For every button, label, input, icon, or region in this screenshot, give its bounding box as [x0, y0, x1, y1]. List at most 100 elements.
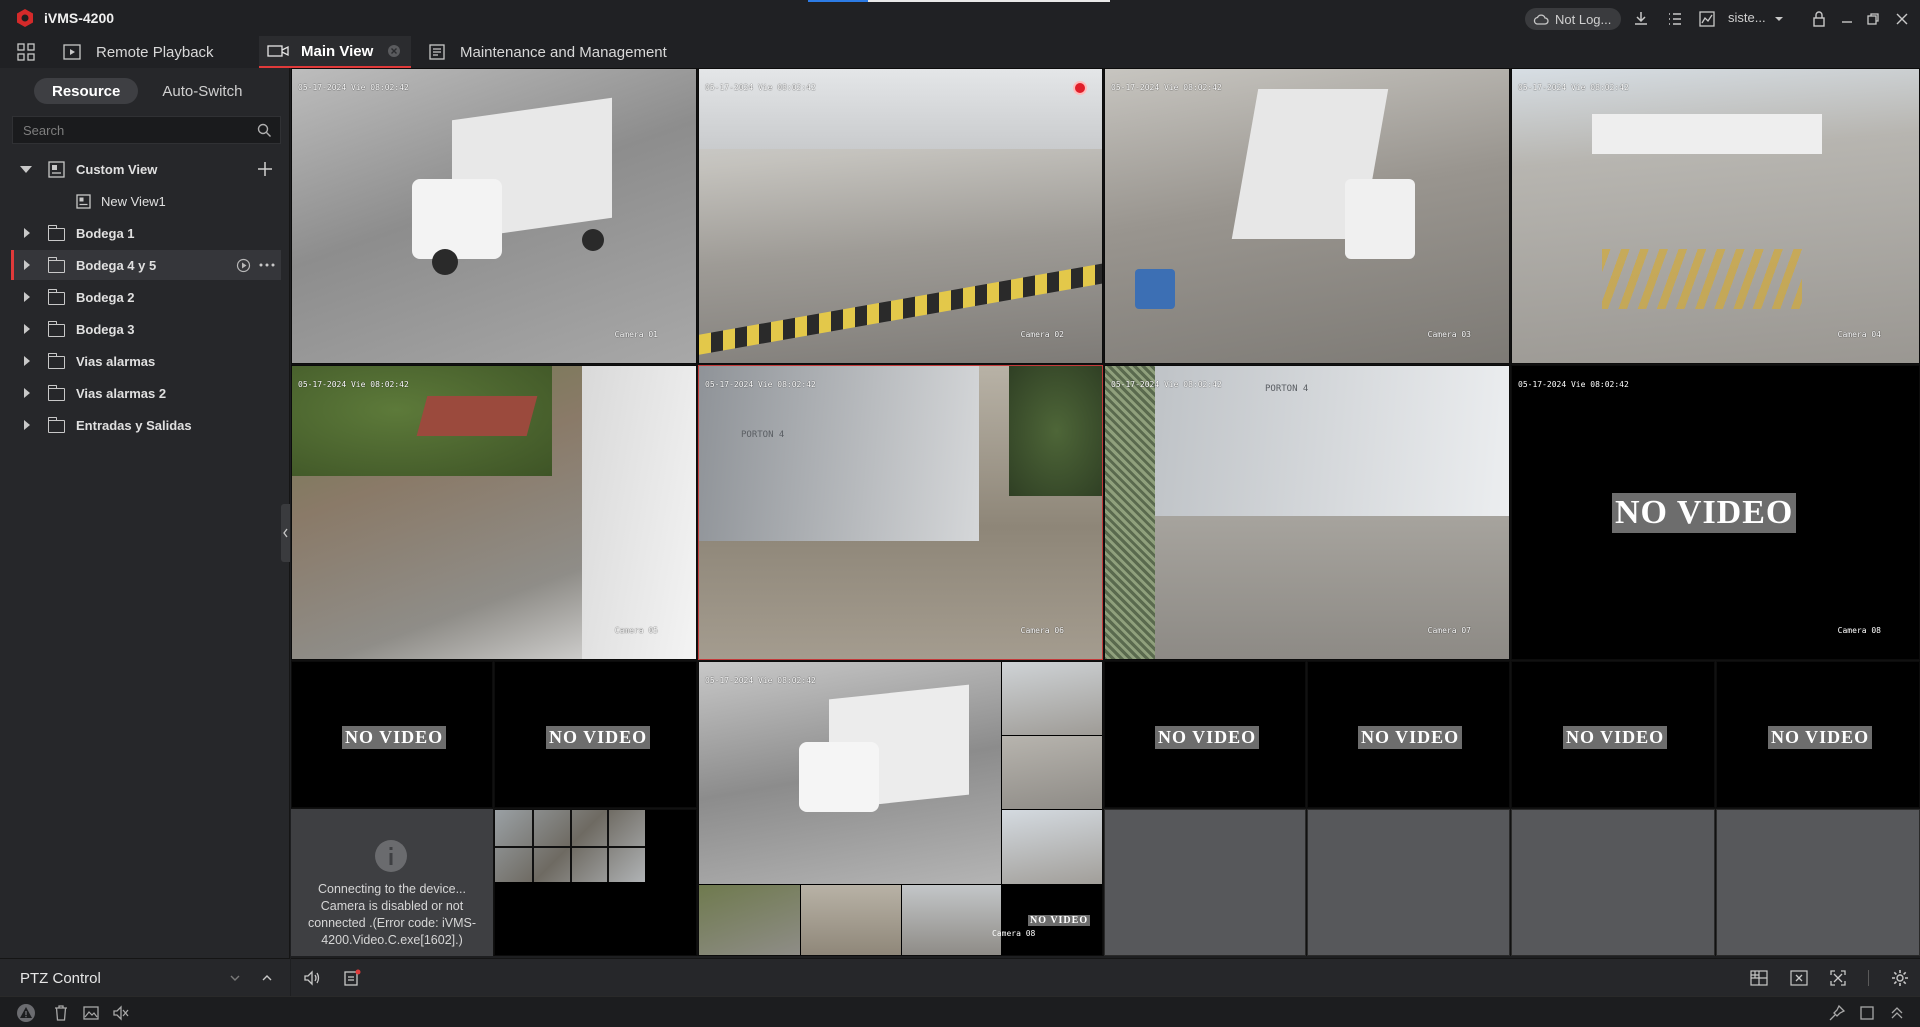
video-tile-small[interactable]: NO VIDEO — [1716, 661, 1920, 808]
tab-remote-playback[interactable]: Remote Playback — [62, 36, 240, 68]
more-options-icon[interactable] — [258, 262, 276, 268]
record-icon[interactable] — [343, 969, 361, 987]
divider — [570, 810, 572, 882]
warehouse-shape — [699, 69, 1102, 149]
video-tile-small[interactable]: NO VIDEO — [1104, 661, 1306, 808]
tree-item-custom-view[interactable]: Custom View — [0, 154, 281, 184]
empty-tile[interactable] — [1511, 809, 1715, 956]
window-icon[interactable] — [1858, 1004, 1876, 1022]
tree-item-vias-alarmas-2[interactable]: Vias alarmas 2 — [0, 378, 281, 408]
caret-right-icon[interactable] — [24, 356, 30, 366]
caret-right-icon[interactable] — [24, 420, 30, 430]
video-tile-camera-02[interactable]: 05-17-2024 Vie 08:02:42 Camera 02 — [698, 68, 1103, 364]
caret-right-icon[interactable] — [24, 388, 30, 398]
event-chart-icon[interactable] — [1698, 10, 1716, 28]
mini-feed — [902, 885, 1001, 955]
video-tile-camera-07[interactable]: PORTON 4 05-17-2024 Vie 08:02:42 Camera … — [1104, 365, 1510, 660]
add-icon[interactable] — [257, 161, 273, 177]
folder-icon — [47, 225, 65, 241]
mini-feed — [699, 885, 800, 955]
wheel-shape — [432, 249, 458, 275]
video-tile-camera-08[interactable]: NO VIDEO 05-17-2024 Vie 08:02:42 Camera … — [1511, 365, 1920, 660]
pin-icon[interactable] — [1828, 1004, 1846, 1022]
lock-icon[interactable] — [1810, 10, 1828, 28]
scene-label: PORTON 4 — [741, 430, 785, 440]
camera-label: Camera 07 — [1427, 626, 1471, 635]
panel-collapse-handle[interactable] — [281, 504, 290, 562]
tab-label: Main View — [301, 42, 374, 60]
video-tile-camera-01[interactable]: 05-17-2024 Vie 08:02:42 Camera 01 — [291, 68, 697, 364]
delete-icon[interactable] — [52, 1004, 70, 1022]
tab-maintenance-management[interactable]: Maintenance and Management — [428, 36, 688, 68]
video-tile-disconnected[interactable]: Connecting to the device... Camera is di… — [291, 809, 493, 956]
tab-resource[interactable]: Resource — [34, 78, 139, 104]
tree-item-new-view1[interactable]: New View1 — [0, 186, 281, 216]
login-status-button[interactable]: Not Log... — [1525, 8, 1621, 30]
video-tile-camera-04[interactable]: 05-17-2024 Vie 08:02:42 Camera 04 — [1511, 68, 1920, 364]
mini-feed — [1002, 810, 1102, 884]
video-tile-camera-03[interactable]: 05-17-2024 Vie 08:02:42 Camera 03 — [1104, 68, 1510, 364]
video-tile-camera-06[interactable]: PORTON 4 05-17-2024 Vie 08:02:42 Camera … — [698, 365, 1103, 660]
gear-icon[interactable] — [1891, 969, 1909, 987]
close-all-windows-icon[interactable] — [1790, 969, 1808, 987]
video-tile-small[interactable]: NO VIDEO — [1511, 661, 1715, 808]
search-input[interactable] — [23, 122, 243, 138]
timestamp-overlay: 05-17-2024 Vie 08:02:42 — [1518, 380, 1629, 389]
alarm-warning-icon[interactable] — [16, 1003, 36, 1023]
no-video-label: NO VIDEO — [1612, 493, 1797, 533]
restore-icon[interactable] — [1864, 10, 1882, 28]
caret-right-icon[interactable] — [24, 228, 30, 238]
window-layout-icon[interactable] — [1750, 969, 1768, 987]
tab-auto-switch[interactable]: Auto-Switch — [144, 78, 260, 104]
tree-item-bodega-4-y-5[interactable]: Bodega 4 y 5 — [11, 250, 281, 280]
caret-right-icon[interactable] — [24, 292, 30, 302]
play-view-icon[interactable] — [236, 258, 251, 273]
tree-item-bodega-1[interactable]: Bodega 1 — [0, 218, 281, 248]
mini-feed-main: 05-17-2024 Vie 08:02:42 — [699, 662, 1001, 884]
ptz-control-label: PTZ Control — [20, 970, 101, 987]
tree-item-label: Entradas y Salidas — [76, 418, 192, 433]
video-tile-camera-05[interactable]: 05-17-2024 Vie 08:02:42 Camera 05 — [291, 365, 697, 660]
tree-item-vias-alarmas[interactable]: Vias alarmas — [0, 346, 281, 376]
task-list-icon[interactable] — [1666, 10, 1684, 28]
caret-right-icon[interactable] — [24, 260, 30, 270]
volume-icon[interactable] — [303, 969, 321, 987]
grid-menu-icon[interactable] — [16, 42, 36, 62]
status-bar — [0, 996, 1920, 1027]
empty-tile[interactable] — [1307, 809, 1510, 956]
image-icon[interactable] — [82, 1004, 100, 1022]
title-bar: iVMS-4200 Not Log... siste... — [0, 0, 1920, 36]
tab-close-icon[interactable] — [387, 44, 401, 58]
tree-item-bodega-2[interactable]: Bodega 2 — [0, 282, 281, 312]
expand-up-icon[interactable] — [1888, 1004, 1906, 1022]
close-icon[interactable] — [1893, 10, 1911, 28]
video-grid: 05-17-2024 Vie 08:02:42 Camera 01 05-17-… — [291, 68, 1920, 956]
tab-label: Remote Playback — [96, 43, 214, 61]
timestamp-overlay: 05-17-2024 Vie 08:02:42 — [298, 83, 409, 92]
tree-item-bodega-3[interactable]: Bodega 3 — [0, 314, 281, 344]
chevron-up-icon[interactable] — [260, 971, 274, 985]
video-tile-small[interactable]: NO VIDEO — [291, 661, 493, 808]
download-icon[interactable] — [1632, 10, 1650, 28]
trailers-shape — [1592, 114, 1822, 154]
tree-item-label: Bodega 4 y 5 — [76, 258, 157, 273]
ptz-control-bar[interactable]: PTZ Control — [0, 958, 290, 996]
user-menu-label[interactable]: siste... — [1728, 10, 1766, 25]
fullscreen-icon[interactable] — [1829, 969, 1847, 987]
video-tile-camera-08-multi[interactable]: 05-17-2024 Vie 08:02:42 NO VIDEO Camera … — [698, 661, 1103, 956]
video-tile-small[interactable]: NO VIDEO — [494, 661, 697, 808]
search-icon[interactable] — [257, 123, 272, 138]
video-tile-multi-view[interactable] — [494, 809, 697, 956]
empty-tile[interactable] — [1716, 809, 1920, 956]
divider — [532, 810, 534, 882]
tab-main-view[interactable]: Main View — [259, 36, 411, 68]
caret-down-icon[interactable] — [20, 166, 32, 173]
chevron-down-icon[interactable] — [228, 971, 242, 985]
empty-tile[interactable] — [1104, 809, 1306, 956]
chevron-down-icon[interactable] — [1770, 10, 1788, 28]
caret-right-icon[interactable] — [24, 324, 30, 334]
mute-icon[interactable] — [112, 1004, 130, 1022]
video-tile-small[interactable]: NO VIDEO — [1307, 661, 1510, 808]
minimize-icon[interactable] — [1838, 10, 1856, 28]
tree-item-entradas-y-salidas[interactable]: Entradas y Salidas — [0, 410, 281, 440]
